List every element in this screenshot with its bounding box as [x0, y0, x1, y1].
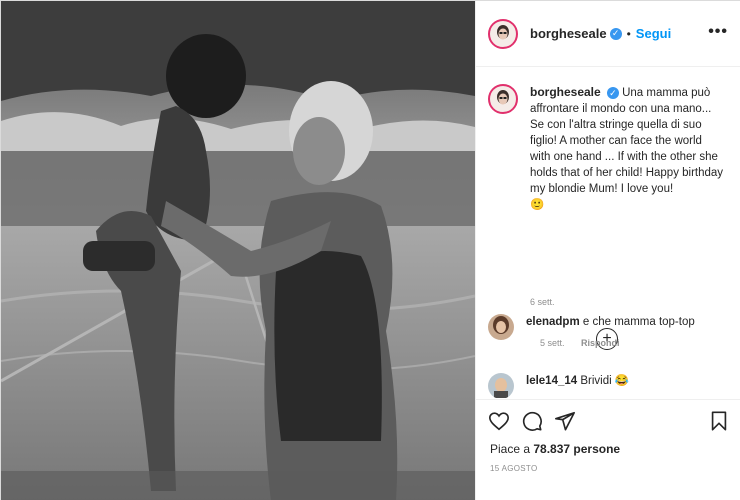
caption-emoji: 🙂: [530, 199, 545, 211]
comment-timestamp[interactable]: 5 sett.: [540, 338, 565, 348]
reply-button[interactable]: Rispondi: [581, 338, 620, 348]
likes-number: 78.837: [533, 442, 571, 456]
beach-photo-image: [1, 1, 475, 500]
separator-dot: •: [626, 26, 631, 41]
avatar-image: [488, 314, 514, 340]
likes-suffix: persone: [573, 442, 621, 456]
instagram-post: borgheseale ✓ • Segui ••• borgheseale ✓ …: [0, 0, 740, 500]
post-header: borgheseale ✓ • Segui •••: [476, 1, 740, 67]
post-side-panel: borgheseale ✓ • Segui ••• borgheseale ✓ …: [475, 1, 740, 500]
post-username[interactable]: borgheseale: [530, 26, 607, 41]
comment-body: elenadpm e che mamma top-top: [526, 314, 695, 330]
caption-body: borgheseale ✓ Una mamma può affrontare i…: [530, 84, 725, 213]
post-actions: Piace a 78.837 persone 15 AGOSTO: [476, 399, 740, 500]
share-icon[interactable]: [554, 410, 576, 432]
comment-text: e che mamma top-top: [582, 316, 695, 328]
comment-item: elenadpm e che mamma top-top 5 sett. Ris…: [488, 314, 738, 348]
likes-count[interactable]: Piace a 78.837 persone: [490, 442, 620, 456]
avatar-image: [488, 373, 514, 398]
post-date[interactable]: 15 AGOSTO: [490, 464, 537, 473]
action-icons: [488, 410, 576, 432]
bookmark-icon[interactable]: [708, 410, 730, 432]
comment-username[interactable]: lele14_14: [526, 375, 577, 387]
likes-prefix: Piace a: [490, 442, 531, 456]
caption-username[interactable]: borgheseale: [530, 85, 601, 99]
comment-body: lele14_14 Brividi 😂: [526, 373, 629, 389]
avatar[interactable]: [488, 18, 518, 49]
comment-icon[interactable]: [521, 410, 543, 432]
comment-meta: 5 sett. Rispondi: [540, 338, 634, 348]
verified-badge-icon: ✓: [606, 86, 619, 99]
caption-avatar[interactable]: [488, 84, 518, 114]
comments-section[interactable]: borgheseale ✓ Una mamma può affrontare i…: [476, 68, 740, 398]
comment-avatar[interactable]: [488, 314, 514, 340]
caption-timestamp[interactable]: 6 sett.: [530, 297, 555, 307]
post-caption: borgheseale ✓ Una mamma può affrontare i…: [488, 84, 738, 213]
avatar-image: [491, 21, 515, 46]
comment-text: Brividi 😂: [580, 375, 630, 387]
comment-item: lele14_14 Brividi 😂: [488, 373, 738, 398]
comment-avatar[interactable]: [488, 373, 514, 398]
verified-badge-icon: ✓: [609, 27, 622, 40]
comment-username[interactable]: elenadpm: [526, 316, 580, 328]
follow-button[interactable]: Segui: [636, 26, 671, 41]
caption-text: Una mamma può affrontare il mondo con un…: [530, 87, 724, 195]
avatar-image: [491, 87, 515, 111]
more-options-icon[interactable]: •••: [708, 23, 728, 41]
heart-icon[interactable]: [488, 410, 510, 432]
post-photo[interactable]: [1, 1, 475, 500]
